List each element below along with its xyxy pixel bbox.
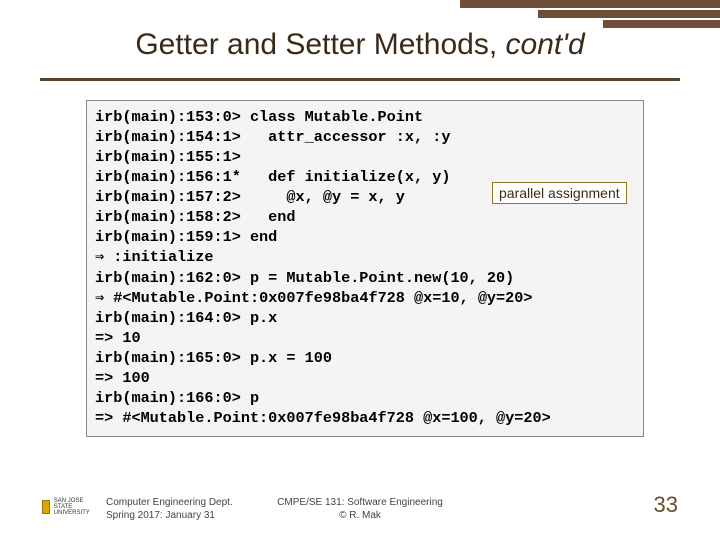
decorative-stripes	[460, 0, 720, 30]
page-number: 33	[654, 492, 678, 518]
slide: Getter and Setter Methods, cont'd irb(ma…	[0, 0, 720, 540]
title-italic: cont'd	[506, 28, 585, 61]
stripe	[460, 0, 720, 8]
slide-title: Getter and Setter Methods, cont'd	[0, 28, 720, 68]
stripe	[538, 10, 720, 18]
title-text: Getter and Setter Methods,	[135, 28, 505, 61]
code-listing: irb(main):153:0> class Mutable.Point irb…	[95, 107, 635, 428]
title-underline	[40, 78, 680, 81]
footer-course: CMPE/SE 131: Software Engineering	[0, 496, 720, 509]
annotation-parallel-assignment: parallel assignment	[492, 182, 627, 204]
stripe	[603, 20, 720, 28]
code-box: irb(main):153:0> class Mutable.Point irb…	[86, 100, 644, 437]
footer-author: © R. Mak	[0, 509, 720, 522]
footer-center: CMPE/SE 131: Software Engineering © R. M…	[0, 496, 720, 522]
